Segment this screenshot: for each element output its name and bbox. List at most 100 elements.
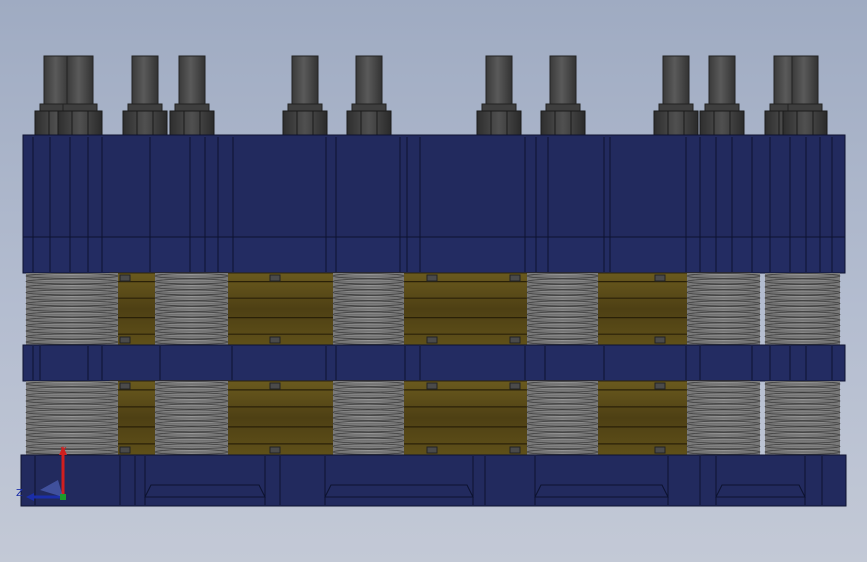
spring-coil — [332, 300, 405, 307]
spring-coil — [526, 437, 599, 444]
spring-core-level-lower — [25, 380, 841, 456]
spring-coil — [764, 386, 841, 393]
spring-coil — [154, 289, 229, 296]
hex-nut — [57, 110, 103, 136]
middle-separator-plate — [22, 344, 846, 382]
spring-coil — [332, 273, 405, 279]
spring-coil — [764, 273, 841, 279]
spring-coil — [25, 273, 119, 279]
spring-coil — [764, 392, 841, 399]
spring-coil — [154, 449, 229, 455]
coil-spring — [332, 381, 405, 455]
spring-coil — [764, 306, 841, 312]
spring-coil — [332, 322, 405, 329]
spring-coil — [154, 333, 229, 340]
spring-coil — [154, 339, 229, 345]
spring-coil — [154, 437, 229, 444]
spring-coil — [686, 443, 761, 450]
core-screw-head — [119, 274, 131, 282]
spring-coil — [526, 409, 599, 416]
core-screw-head — [654, 446, 666, 454]
spring-coil — [25, 409, 119, 416]
spring-coil — [686, 339, 761, 345]
spring-coil — [686, 426, 761, 433]
spring-coil — [25, 317, 119, 323]
coil-spring — [25, 381, 119, 455]
spring-coil — [686, 449, 761, 455]
hex-nut — [346, 110, 392, 136]
core-screw-head — [426, 274, 438, 282]
coil-spring — [686, 381, 761, 455]
hex-nut — [782, 110, 828, 136]
spring-coil — [25, 432, 119, 438]
triad-z-label: Z — [16, 488, 23, 499]
spring-coil — [526, 295, 599, 301]
spring-coil — [25, 381, 119, 387]
spring-coil — [526, 415, 599, 421]
core-screw-head — [509, 274, 521, 282]
spring-coil — [25, 392, 119, 399]
spring-coil — [764, 339, 841, 345]
spring-coil — [686, 409, 761, 416]
spring-coil — [332, 398, 405, 404]
core-screw-head — [654, 274, 666, 282]
spring-coil — [25, 443, 119, 450]
spring-coil — [332, 381, 405, 387]
spring-coil — [154, 284, 229, 290]
coil-spring — [25, 273, 119, 345]
core-screw-head — [119, 382, 131, 390]
model-canvas[interactable]: X Z — [0, 0, 867, 562]
hex-nut — [540, 110, 586, 136]
spring-coil — [686, 295, 761, 301]
spring-coil — [526, 426, 599, 433]
hex-nut — [476, 110, 522, 136]
spring-coil — [526, 328, 599, 334]
spring-coil — [154, 306, 229, 312]
spring-coil — [154, 409, 229, 416]
bolt-shaft — [485, 55, 513, 109]
core-screw-head — [269, 446, 281, 454]
spring-coil — [154, 386, 229, 393]
cad-viewport[interactable]: X Z — [0, 0, 867, 562]
spring-coil — [526, 398, 599, 404]
core-screw-head — [426, 446, 438, 454]
spring-coil — [526, 443, 599, 450]
spring-coil — [526, 381, 599, 387]
coil-spring — [526, 273, 599, 345]
bolt-shaft — [66, 55, 94, 109]
spring-coil — [764, 420, 841, 427]
spring-coil — [332, 311, 405, 318]
spring-coil — [526, 300, 599, 307]
spring-coil — [526, 403, 599, 410]
hex-nut — [653, 110, 699, 136]
bolt-shaft — [355, 55, 383, 109]
spring-coil — [764, 449, 841, 455]
spring-coil — [25, 278, 119, 285]
spring-coil — [764, 300, 841, 307]
spring-core-level-upper — [25, 272, 841, 346]
spring-coil — [332, 328, 405, 334]
spring-coil — [25, 289, 119, 296]
core-screw-head — [509, 382, 521, 390]
spring-coil — [526, 432, 599, 438]
spring-coil — [764, 317, 841, 323]
spring-coil — [332, 415, 405, 421]
spring-coil — [764, 311, 841, 318]
spring-coil — [526, 306, 599, 312]
spring-coil — [332, 409, 405, 416]
spring-coil — [154, 273, 229, 279]
spring-coil — [332, 317, 405, 323]
spring-coil — [686, 322, 761, 329]
spring-coil — [154, 278, 229, 285]
triad-x-label: X — [60, 446, 67, 457]
spring-coil — [154, 328, 229, 334]
spring-coil — [526, 273, 599, 279]
spring-coil — [332, 333, 405, 340]
coil-spring — [764, 273, 841, 345]
spring-coil — [526, 317, 599, 323]
spring-coil — [25, 333, 119, 340]
spring-coil — [764, 333, 841, 340]
top-bolt-row — [34, 55, 828, 136]
spring-coil — [332, 432, 405, 438]
spring-coil — [154, 295, 229, 301]
